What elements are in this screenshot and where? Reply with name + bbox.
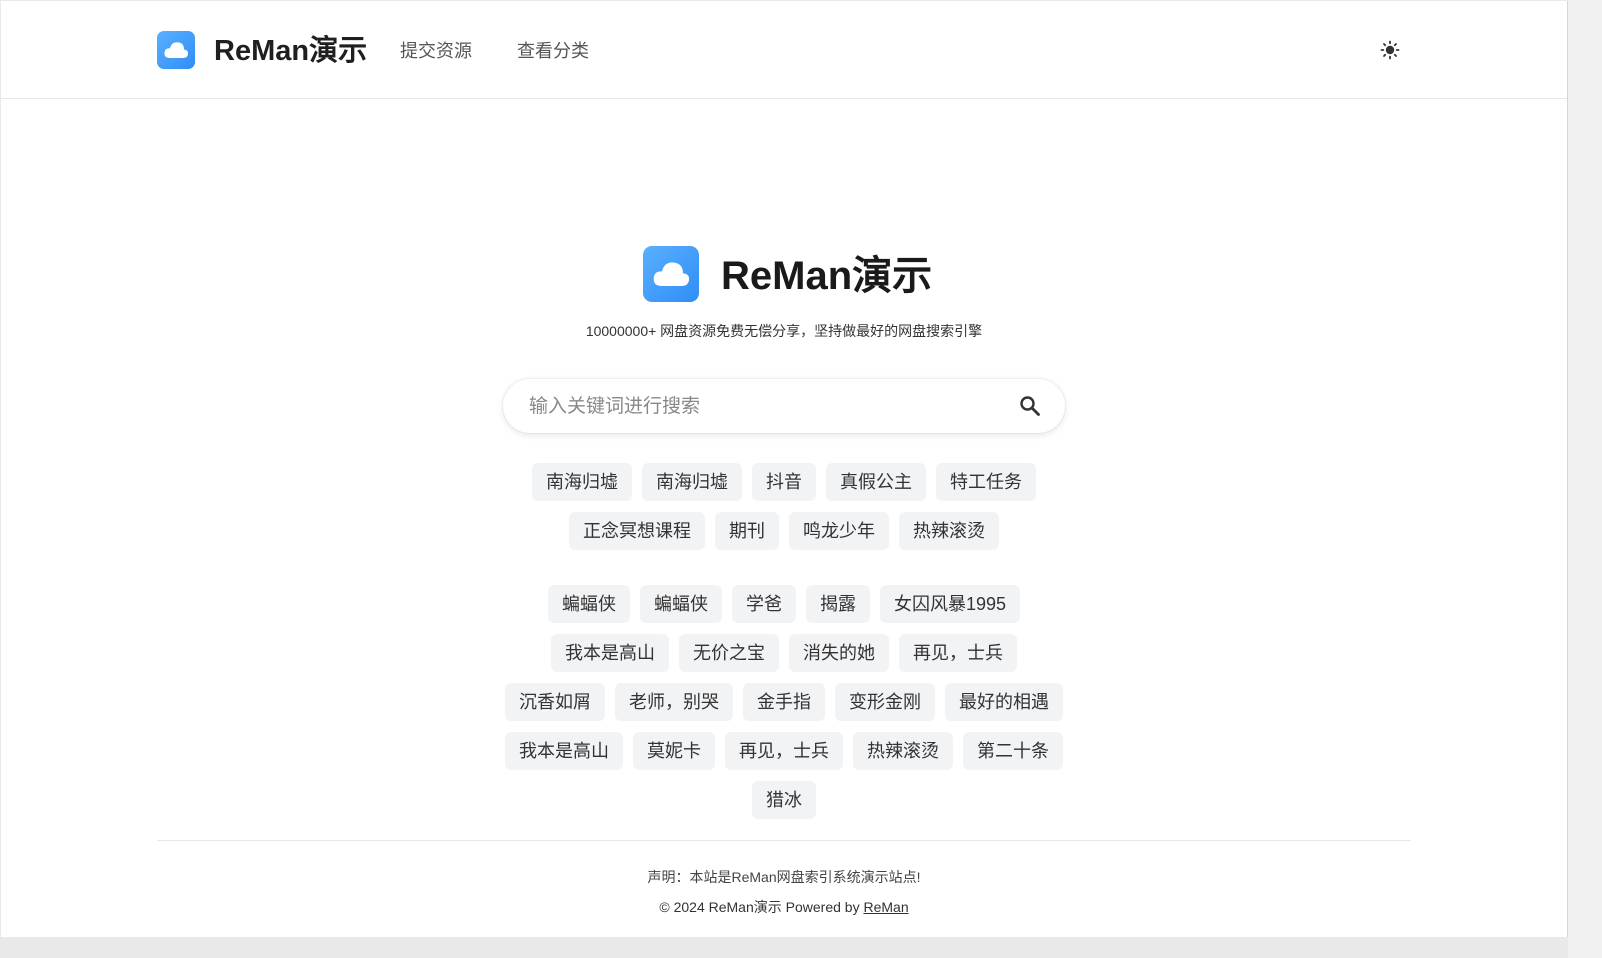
tag[interactable]: 南海归墟	[642, 463, 742, 501]
tag[interactable]: 金手指	[743, 683, 825, 721]
tag[interactable]: 最好的相遇	[945, 683, 1063, 721]
tag[interactable]: 南海归墟	[532, 463, 632, 501]
tag[interactable]: 热辣滚烫	[899, 512, 999, 550]
tag[interactable]: 特工任务	[936, 463, 1036, 501]
top-header: ReMan演示 提交资源 查看分类	[1, 1, 1567, 99]
tag[interactable]: 再见，士兵	[725, 732, 843, 770]
tag[interactable]: 鸣龙少年	[789, 512, 889, 550]
tag[interactable]: 我本是高山	[551, 634, 669, 672]
hot-tags-row-2: 正念冥想课程 期刊 鸣龙少年 热辣滚烫	[1, 512, 1567, 552]
tag[interactable]: 第二十条	[963, 732, 1063, 770]
tag[interactable]: 正念冥想课程	[569, 512, 705, 550]
tag[interactable]: 沉香如屑	[505, 683, 605, 721]
recent-tags-row-1: 蝙蝠侠 蝙蝠侠 学爸 揭露 女囚风暴1995	[1, 585, 1567, 625]
search-icon[interactable]	[1017, 393, 1043, 419]
nav-submit-resource[interactable]: 提交资源	[400, 39, 472, 63]
recent-tags-row-5: 猎冰	[1, 781, 1567, 821]
sun-icon[interactable]	[1379, 39, 1401, 61]
footer-copyright: © 2024 ReMan演示 Powered by ReMan	[1, 897, 1567, 917]
powered-by-link[interactable]: ReMan	[863, 899, 908, 915]
hot-tags-row-1: 南海归墟 南海归墟 抖音 真假公主 特工任务	[1, 463, 1567, 503]
tag[interactable]: 真假公主	[826, 463, 926, 501]
tag[interactable]: 女囚风暴1995	[879, 585, 1021, 623]
tag[interactable]: 揭露	[805, 585, 870, 623]
tag[interactable]: 热辣滚烫	[853, 732, 953, 770]
search-box	[503, 379, 1065, 433]
page: ReMan演示 提交资源 查看分类 ReMan演示 10000000+ 网盘资源…	[1, 1, 1568, 937]
site-name[interactable]: ReMan演示	[214, 31, 367, 71]
copyright-text: © 2024 ReMan演示 Powered by	[659, 899, 860, 915]
recent-tags-row-3: 沉香如屑 老师，别哭 金手指 变形金刚 最好的相遇	[1, 683, 1567, 723]
tag[interactable]: 再见，士兵	[899, 634, 1017, 672]
recent-tags-row-2: 我本是高山 无价之宝 消失的她 再见，士兵	[1, 634, 1567, 674]
search-input[interactable]	[527, 391, 1001, 423]
tag[interactable]: 学爸	[731, 585, 796, 623]
tag[interactable]: 猎冰	[752, 781, 816, 819]
tag[interactable]: 蝙蝠侠	[547, 585, 630, 623]
tag[interactable]: 期刊	[715, 512, 779, 550]
tag[interactable]: 无价之宝	[679, 634, 779, 672]
tag[interactable]: 我本是高山	[505, 732, 623, 770]
tag[interactable]: 蝙蝠侠	[639, 585, 722, 623]
nav-view-categories[interactable]: 查看分类	[517, 39, 589, 63]
tag[interactable]: 变形金刚	[835, 683, 935, 721]
tag[interactable]: 消失的她	[789, 634, 889, 672]
cloud-logo-icon[interactable]	[157, 31, 195, 69]
page-scrollbar[interactable]	[1568, 0, 1602, 958]
hero-title: ReMan演示	[721, 254, 933, 298]
tag[interactable]: 老师，别哭	[615, 683, 733, 721]
footer-divider	[157, 840, 1411, 841]
tagline: 10000000+ 网盘资源免费无偿分享，坚持做最好的网盘搜索引擎	[585, 323, 983, 339]
hero-cloud-logo-icon	[643, 246, 699, 302]
recent-tags-row-4: 我本是高山 莫妮卡 再见，士兵 热辣滚烫 第二十条	[1, 732, 1567, 772]
tag[interactable]: 抖音	[752, 463, 816, 501]
footer-disclaimer: 声明：本站是ReMan网盘索引系统演示站点!	[647, 869, 921, 885]
tag[interactable]: 莫妮卡	[633, 732, 715, 770]
